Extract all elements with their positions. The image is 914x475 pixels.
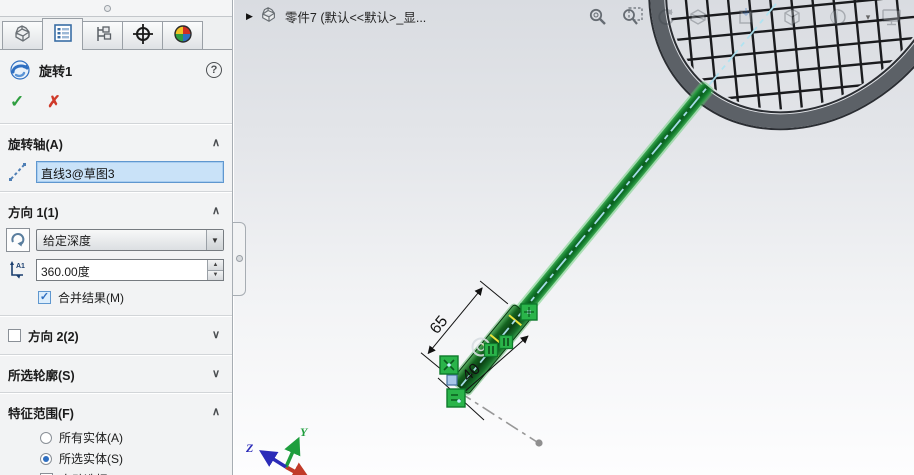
all-bodies-radio[interactable] <box>40 431 52 444</box>
tab-configuration-manager[interactable] <box>82 21 123 49</box>
part-icon <box>12 24 34 47</box>
triad-y-axis <box>284 436 301 468</box>
tab-feature-tree[interactable] <box>2 21 43 49</box>
color-sphere-icon <box>173 24 193 47</box>
racket-head[interactable] <box>391 0 914 382</box>
section-selected-contours: 所选轮廓(S) ∨ <box>0 359 232 389</box>
heads-up-toolbar: ▾ ▾ <box>234 0 914 34</box>
help-button[interactable]: ? <box>206 62 222 78</box>
expand-chevron[interactable]: ∨ <box>212 369 220 380</box>
reference-triad: Y Z <box>245 425 312 475</box>
configuration-tree-icon <box>92 24 114 47</box>
splitter-grip-dot[interactable] <box>104 5 111 12</box>
collapse-chevron[interactable]: ∧ <box>212 407 220 418</box>
sketch-endpoint-marker[interactable] <box>446 374 458 386</box>
revolve-feature-icon <box>8 58 32 82</box>
view-settings-icon[interactable] <box>880 5 904 29</box>
section-scope-label: 特征范围(F) <box>8 407 74 421</box>
section-direction1-label: 方向 1(1) <box>8 206 59 220</box>
section-feature-scope: 特征范围(F) ∧ <box>0 397 232 427</box>
toolbar-dropdown-arrow[interactable]: ▾ <box>906 5 914 29</box>
section-direction2-label: 方向 2(2) <box>28 330 79 344</box>
merge-result-label: 合并结果(M) <box>58 291 124 305</box>
expand-chevron[interactable]: ∨ <box>212 330 220 341</box>
racket-strings <box>611 0 914 166</box>
merge-result-checkbox[interactable]: ✓ <box>38 291 51 304</box>
panel-top-splitter[interactable] <box>0 0 232 17</box>
ok-button[interactable]: ✓ <box>10 92 24 112</box>
end-condition-dropdown[interactable]: 给定深度 ▼ <box>36 229 224 251</box>
divider <box>0 315 232 317</box>
zoom-fit-icon[interactable] <box>586 5 610 29</box>
section-direction1: 方向 1(1) ∧ <box>0 196 232 226</box>
selected-bodies-label: 所选实体(S) <box>59 452 123 466</box>
tab-property-manager[interactable] <box>42 18 83 50</box>
splitter-dot <box>236 255 243 262</box>
construction-endpoint[interactable] <box>535 439 543 447</box>
construction-line[interactable] <box>458 391 538 443</box>
section-axis-of-revolution: 旋转轴(A) ∧ <box>0 128 232 158</box>
axis-line-icon <box>6 160 30 184</box>
property-list-icon <box>53 23 73 46</box>
target-crosshair-icon <box>132 23 154 48</box>
angle-input[interactable]: 360.00度 ▲ ▼ <box>36 259 224 281</box>
tab-display-manager[interactable] <box>162 21 203 49</box>
triad-x-axis <box>285 462 312 475</box>
solidworks-window: 旋转1 ? ✓ ✗ 旋转轴(A) ∧ 直线3@草图3 方向 1(1) ∧ 给定深… <box>0 0 914 475</box>
triad-z-axis <box>259 450 287 469</box>
divider <box>0 123 232 125</box>
divider <box>0 392 232 394</box>
angle-value[interactable]: 360.00度 <box>37 260 207 280</box>
model-canvas[interactable]: 65 40 Y Z <box>234 0 914 475</box>
section-plane-icon[interactable] <box>734 5 758 29</box>
spinner-control[interactable]: ▲ ▼ <box>207 260 223 280</box>
graphics-viewport[interactable]: ▶ 零件7 (默认<<默认>_显... ▾ 65 40 Y Z <box>234 0 914 475</box>
svg-text:65: 65 <box>427 313 452 338</box>
spin-down-icon[interactable]: ▼ <box>208 270 223 280</box>
cancel-button[interactable]: ✗ <box>47 92 60 112</box>
end-condition-value: 给定深度 <box>43 233 92 248</box>
tab-dimxpert[interactable] <box>122 21 163 49</box>
selection-markers[interactable] <box>439 303 538 408</box>
previous-view-icon[interactable] <box>654 5 678 29</box>
section-contours-label: 所选轮廓(S) <box>8 369 75 383</box>
section-view-icon[interactable] <box>686 5 710 29</box>
manager-tab-bar <box>0 17 232 50</box>
direction2-checkbox[interactable] <box>8 329 21 342</box>
view-orientation-icon[interactable] <box>780 5 804 29</box>
triad-y-label: Y <box>300 425 309 439</box>
reverse-direction-icon[interactable] <box>6 228 30 252</box>
axis-selection-input[interactable]: 直线3@草图3 <box>36 161 224 183</box>
angle-icon: A1 <box>6 258 30 282</box>
selected-bodies-radio[interactable] <box>40 452 52 465</box>
revolve-centerline[interactable] <box>460 0 902 387</box>
property-manager-panel: 旋转1 ? ✓ ✗ 旋转轴(A) ∧ 直线3@草图3 方向 1(1) ∧ 给定深… <box>0 0 233 475</box>
section-axis-label: 旋转轴(A) <box>8 138 63 152</box>
toolbar-dropdown-arrow[interactable]: ▾ <box>856 5 880 29</box>
panel-splitter[interactable] <box>233 222 246 296</box>
dropdown-arrow-icon[interactable]: ▼ <box>206 230 223 250</box>
collapse-chevron[interactable]: ∧ <box>212 138 220 149</box>
zoom-area-icon[interactable] <box>620 5 644 29</box>
display-style-icon[interactable] <box>826 5 850 29</box>
svg-text:A1: A1 <box>16 263 25 270</box>
badminton-racket-model[interactable]: 65 <box>234 0 914 475</box>
auto-select-label: 自动选择(O) <box>60 471 125 475</box>
feature-title: 旋转1 <box>39 63 73 79</box>
triad-z-label: Z <box>245 441 254 455</box>
divider <box>0 354 232 356</box>
all-bodies-label: 所有实体(A) <box>59 431 123 445</box>
collapse-chevron[interactable]: ∧ <box>212 206 220 217</box>
spin-up-icon[interactable]: ▲ <box>208 260 223 271</box>
divider <box>0 191 232 193</box>
